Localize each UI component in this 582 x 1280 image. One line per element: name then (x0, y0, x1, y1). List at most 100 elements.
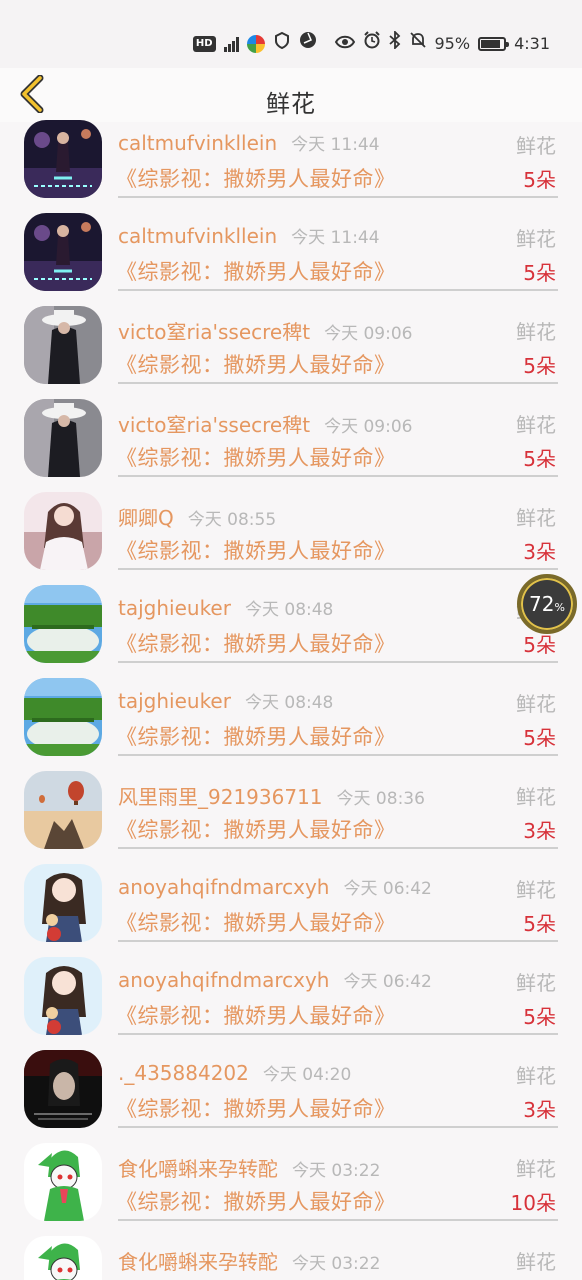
list-item[interactable]: victo窒ria'ssecre稗t 今天 09:06 《综影视：撒娇男人最好命》 鲜… (0, 306, 582, 399)
user-name-text: victo窒ria'ssecre稗t (118, 320, 311, 344)
gift-count: 5朵 (523, 354, 556, 378)
book-title[interactable]: 《综影视：撒娇男人最好命》 (116, 1093, 396, 1123)
book-title[interactable]: 《综影视：撒娇男人最好命》 (116, 535, 396, 565)
clock-time: 4:31 (514, 33, 550, 53)
avatar[interactable] (24, 213, 102, 291)
row-divider (118, 1219, 558, 1221)
gift-type: 鲜花 (516, 971, 556, 995)
gift-count: 5朵 (523, 726, 556, 750)
user-name[interactable]: victo窒ria'ssecre稗t 今天 09:06 (118, 316, 412, 345)
list-item[interactable]: 食化嚼蝌来孕转酡 今天 03:22 鲜花 (0, 1236, 582, 1280)
avatar[interactable] (24, 120, 102, 198)
user-name[interactable]: 食化嚼蝌来孕转酡 今天 03:22 (118, 1153, 380, 1182)
user-name-text: caltmufvinkllein (118, 131, 278, 155)
float-widget-value: 72 (529, 592, 555, 616)
hd-badge: HD (192, 35, 216, 52)
user-name[interactable]: victo窒ria'ssecre稗t 今天 09:06 (118, 409, 412, 438)
avatar[interactable] (24, 1143, 102, 1221)
list-item[interactable]: 食化嚼蝌来孕转酡 今天 03:22 《综影视：撒娇男人最好命》 鲜花 10朵 (0, 1143, 582, 1236)
app-notification-icon (246, 34, 265, 53)
book-title[interactable]: 《综影视：撒娇男人最好命》 (116, 1000, 396, 1030)
user-name-text: anoyahqifndmarcxyh (118, 875, 330, 899)
header: 鲜花 (0, 68, 582, 122)
user-name[interactable]: caltmufvinkllein 今天 11:44 (118, 223, 380, 248)
timestamp: 今天 11:44 (291, 135, 380, 155)
list-item[interactable]: caltmufvinkllein 今天 11:44 《综影视：撒娇男人最好命》 鲜花 5… (0, 213, 582, 306)
user-name[interactable]: anoyahqifndmarcxyh 今天 06:42 (118, 967, 432, 992)
shield-icon (273, 31, 291, 56)
gift-type: 鲜花 (516, 692, 556, 716)
list-item[interactable]: anoyahqifndmarcxyh 今天 06:42 《综影视：撒娇男人最好命》 鲜… (0, 864, 582, 957)
book-title[interactable]: 《综影视：撒娇男人最好命》 (116, 442, 396, 472)
user-name[interactable]: tajghieuker 今天 08:48 (118, 688, 333, 713)
avatar[interactable] (24, 678, 102, 756)
user-name-text: 食化嚼蝌来孕转酡 (118, 1157, 278, 1181)
user-name-text: 食化嚼蝌来孕转酡 (118, 1250, 278, 1274)
gift-count: 5朵 (523, 447, 556, 471)
avatar[interactable] (24, 864, 102, 942)
user-name-text: 卿卿Q (118, 506, 174, 530)
avatar[interactable] (24, 306, 102, 384)
timestamp: 今天 04:20 (262, 1065, 352, 1085)
user-name-text: anoyahqifndmarcxyh (118, 968, 330, 992)
row-divider (118, 940, 558, 942)
avatar[interactable] (24, 771, 102, 849)
user-name-text: caltmufvinkllein (118, 224, 278, 248)
list-item[interactable]: caltmufvinkllein 今天 11:44 《综影视：撒娇男人最好命》 鲜花 5… (0, 120, 582, 213)
row-divider (118, 661, 558, 663)
row-divider (118, 847, 558, 849)
user-name[interactable]: 食化嚼蝌来孕转酡 今天 03:22 (118, 1246, 380, 1275)
avatar[interactable] (24, 492, 102, 570)
book-title[interactable]: 《综影视：撒娇男人最好命》 (116, 721, 396, 751)
avatar[interactable] (24, 399, 102, 477)
gift-type: 鲜花 (516, 878, 556, 902)
list-item[interactable]: ._435884202 今天 04:20 《综影视：撒娇男人最好命》 鲜花 3朵 (0, 1050, 582, 1143)
battery-icon (478, 36, 510, 51)
list-item[interactable]: 风里雨里_921936711 今天 08:36 《综影视：撒娇男人最好命》 鲜花 3朵 (0, 771, 582, 864)
book-title[interactable]: 《综影视：撒娇男人最好命》 (116, 349, 396, 379)
user-name[interactable]: ._435884202 今天 04:20 (118, 1060, 351, 1085)
list-item[interactable]: victo窒ria'ssecre稗t 今天 09:06 《综影视：撒娇男人最好命》 鲜… (0, 399, 582, 492)
book-title[interactable]: 《综影视：撒娇男人最好命》 (116, 907, 396, 937)
user-name[interactable]: tajghieuker 今天 08:48 (118, 595, 333, 620)
row-divider (118, 1033, 558, 1035)
avatar[interactable] (24, 585, 102, 663)
user-name-text: ._435884202 (118, 1061, 249, 1085)
gift-count: 10朵 (510, 1191, 556, 1215)
page-title: 鲜花 (266, 90, 316, 118)
row-divider (118, 1126, 558, 1128)
gift-type: 鲜花 (516, 1064, 556, 1088)
gift-type: 鲜花 (516, 227, 556, 251)
book-title[interactable]: 《综影视：撒娇男人最好命》 (116, 628, 396, 658)
user-name-text: tajghieuker (118, 689, 231, 713)
list-item[interactable]: tajghieuker今天 08:48《综影视：撒娇男人最好命》鲜花5朵 (0, 585, 582, 678)
book-title[interactable]: 《综影视：撒娇男人最好命》 (116, 1186, 396, 1216)
gift-type: 鲜花 (516, 1250, 556, 1274)
avatar[interactable] (24, 1236, 102, 1280)
flower-record-list: caltmufvinkllein 今天 11:44 《综影视：撒娇男人最好命》 鲜花 5… (0, 120, 582, 1280)
avatar[interactable] (24, 957, 102, 1035)
user-name-text: 风里雨里_921936711 (118, 785, 323, 809)
list-item[interactable]: 卿卿Q 今天 08:55 《综影视：撒娇男人最好命》 鲜花 3朵 (0, 492, 582, 585)
gift-type: 鲜花 (516, 134, 556, 158)
user-name[interactable]: 风里雨里_921936711 今天 08:36 (118, 781, 425, 810)
user-name[interactable]: 卿卿Q 今天 08:55 (118, 502, 276, 531)
list-item[interactable]: tajghieuker今天 08:48 《综影视：撒娇男人最好命》 鲜花 5朵 (0, 678, 582, 771)
timestamp: 今天 08:48 (244, 600, 334, 620)
gift-type: 鲜花 (516, 1157, 556, 1181)
timestamp: 今天 06:42 (343, 879, 432, 899)
avatar[interactable] (24, 1050, 102, 1128)
timestamp: 今天 08:36 (336, 789, 425, 809)
book-title[interactable]: 《综影视：撒娇男人最好命》 (116, 256, 396, 286)
user-name[interactable]: anoyahqifndmarcxyh 今天 06:42 (118, 874, 432, 899)
timestamp: 今天 03:22 (292, 1161, 381, 1181)
book-title[interactable]: 《综影视：撒娇男人最好命》 (116, 814, 396, 844)
list-item[interactable]: anoyahqifndmarcxyh 今天 06:42 《综影视：撒娇男人最好命》 鲜… (0, 957, 582, 1050)
floating-progress-widget[interactable]: 72% (517, 574, 577, 634)
eye-icon (334, 32, 355, 56)
user-name[interactable]: caltmufvinkllein 今天 11:44 (118, 130, 380, 155)
gift-type: 鲜花 (516, 413, 556, 437)
book-title[interactable]: 《综影视：撒娇男人最好命》 (116, 163, 396, 193)
bluetooth-icon (388, 29, 401, 56)
row-divider (118, 568, 558, 570)
